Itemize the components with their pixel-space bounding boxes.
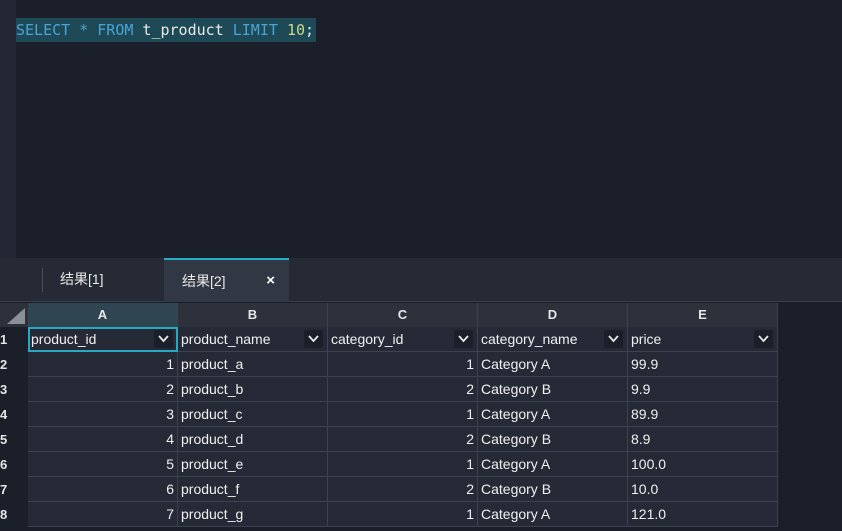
table-cell[interactable]: 99.9 (628, 352, 778, 377)
table-cell[interactable]: product_f (178, 477, 328, 502)
tab-result-1[interactable]: 结果[1] (42, 268, 164, 292)
row-number-header[interactable]: 4 (0, 402, 28, 427)
row-number-header[interactable]: 2 (0, 352, 28, 377)
column-name-cell[interactable]: category_id (328, 327, 478, 352)
column-name-label: product_name (181, 331, 271, 347)
chevron-down-icon[interactable] (754, 330, 773, 348)
chevron-down-icon[interactable] (454, 330, 473, 348)
table-cell[interactable]: 2 (328, 377, 478, 402)
table-cell[interactable]: 10.0 (628, 477, 778, 502)
table-cell[interactable]: Category A (478, 402, 628, 427)
table-cell[interactable]: 7 (28, 502, 178, 527)
sql-token: SELECT (16, 21, 71, 39)
table-cell[interactable]: 100.0 (628, 452, 778, 477)
table-cell[interactable]: product_d (178, 427, 328, 452)
table-cell[interactable]: 1 (328, 452, 478, 477)
column-letter-header[interactable]: C (328, 303, 478, 327)
row-number-header[interactable]: 5 (0, 427, 28, 452)
sql-query-line[interactable]: SELECT * FROM t_product LIMIT 10; (16, 18, 317, 42)
table-cell[interactable]: product_a (178, 352, 328, 377)
column-name-label: product_id (31, 331, 97, 347)
sql-token: 10 (286, 21, 305, 39)
table-cell[interactable]: 121.0 (628, 502, 778, 527)
column-name-label: price (631, 331, 662, 347)
row-number-header[interactable]: 7 (0, 477, 28, 502)
table-cell[interactable]: Category B (478, 377, 628, 402)
table-cell[interactable]: product_g (178, 502, 328, 527)
column-letter-header[interactable]: B (178, 303, 328, 327)
table-cell[interactable]: 4 (28, 427, 178, 452)
table-cell[interactable]: 1 (328, 352, 478, 377)
chevron-down-icon[interactable] (154, 330, 173, 348)
grid-empty-area (778, 303, 842, 531)
table-cell[interactable]: 1 (28, 352, 178, 377)
row-number-header[interactable]: 6 (0, 452, 28, 477)
result-tab-bar: 结果[1] 结果[2] × (0, 258, 842, 302)
tab-result-1-label: 结果[1] (60, 271, 104, 287)
table-cell[interactable]: Category B (478, 477, 628, 502)
chevron-down-icon[interactable] (604, 330, 623, 348)
tab-result-2-label: 结果[2] (182, 273, 226, 289)
select-all-corner-icon[interactable] (0, 303, 28, 327)
table-cell[interactable]: 89.9 (628, 402, 778, 427)
column-name-cell[interactable]: product_name (178, 327, 328, 352)
sql-token: * (79, 21, 89, 39)
table-cell[interactable]: product_e (178, 452, 328, 477)
table-cell[interactable]: 5 (28, 452, 178, 477)
table-cell[interactable]: Category A (478, 502, 628, 527)
column-name-cell[interactable]: category_name (478, 327, 628, 352)
tab-result-2[interactable]: 结果[2] × (164, 258, 289, 302)
table-cell[interactable]: 2 (28, 377, 178, 402)
sql-token: ; (305, 21, 315, 39)
table-cell[interactable]: 2 (328, 477, 478, 502)
close-icon[interactable]: × (266, 260, 275, 302)
chevron-down-icon[interactable] (304, 330, 323, 348)
column-letter-header[interactable]: E (628, 303, 778, 327)
table-cell[interactable]: 1 (328, 402, 478, 427)
row-number-header[interactable]: 1 (0, 327, 28, 352)
column-name-cell[interactable]: product_id (28, 327, 178, 352)
result-grid[interactable]: A B C D E 1 2 3 4 5 6 7 8 product_id product_name categ… (0, 303, 842, 531)
column-name-label: category_id (331, 331, 404, 347)
sql-token: FROM (97, 21, 134, 39)
column-letter-header[interactable]: D (478, 303, 628, 327)
table-cell[interactable]: Category A (478, 452, 628, 477)
table-cell[interactable]: 2 (328, 427, 478, 452)
column-letter-header[interactable]: A (28, 303, 178, 327)
table-cell[interactable]: 1 (328, 502, 478, 527)
row-number-header[interactable]: 3 (0, 377, 28, 402)
sql-token: t_product (133, 21, 233, 39)
editor-gutter (0, 0, 16, 258)
column-name-cell[interactable]: price (628, 327, 778, 352)
table-cell[interactable]: product_b (178, 377, 328, 402)
table-cell[interactable]: product_c (178, 402, 328, 427)
table-cell[interactable]: Category B (478, 427, 628, 452)
row-number-header[interactable]: 8 (0, 502, 28, 527)
table-cell[interactable]: 9.9 (628, 377, 778, 402)
table-cell[interactable]: 8.9 (628, 427, 778, 452)
sql-editor[interactable]: SELECT * FROM t_product LIMIT 10; (0, 0, 842, 258)
column-name-label: category_name (481, 331, 578, 347)
table-cell[interactable]: 6 (28, 477, 178, 502)
table-cell[interactable]: 3 (28, 402, 178, 427)
sql-token: LIMIT (232, 21, 278, 39)
table-cell[interactable]: Category A (478, 352, 628, 377)
